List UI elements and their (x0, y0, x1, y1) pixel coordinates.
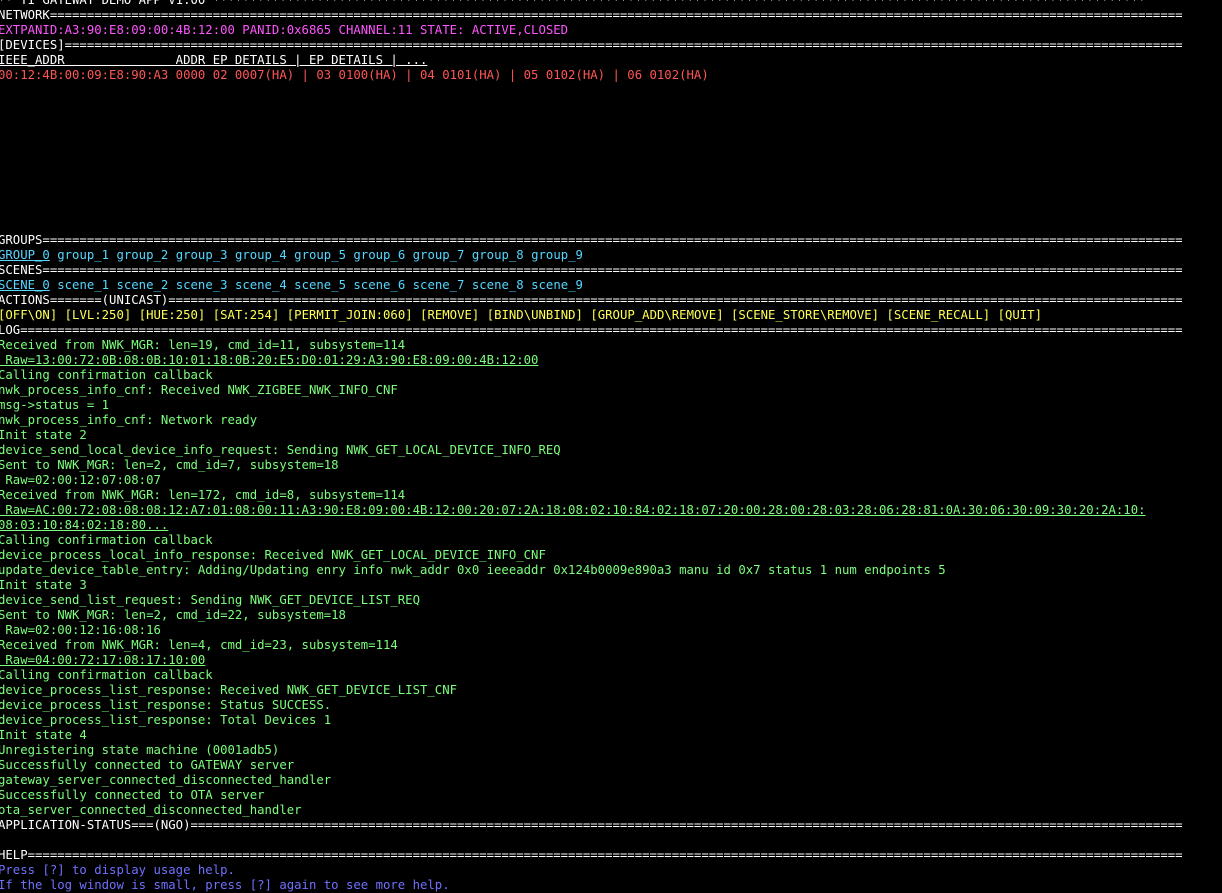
group-item[interactable]: group_9 (531, 248, 583, 262)
log-window[interactable]: Received from NWK_MGR: len=19, cmd_id=11… (0, 338, 1222, 818)
log-line: device_process_list_response: Total Devi… (0, 713, 332, 727)
log-line: Raw=AC:00:72:08:08:08:12:A7:01:08:00:11:… (0, 503, 1146, 517)
network-header: NETWORK=================================… (0, 8, 1183, 22)
log-line: Received from NWK_MGR: len=19, cmd_id=11… (0, 338, 406, 352)
log-line: update_device_table_entry: Adding/Updati… (0, 563, 946, 577)
group-item[interactable]: group_3 (176, 248, 228, 262)
action-permit-join-button[interactable]: [PERMIT_JOIN:060] (287, 308, 413, 322)
action-saturation-button[interactable]: [SAT:254] (213, 308, 280, 322)
log-line: Successfully connected to GATEWAY server (0, 758, 295, 772)
device-row[interactable]: 00:12:4B:00:09:E8:90:A3 0000 02 0007(HA)… (0, 68, 1222, 83)
action-remove-button[interactable]: [REMOVE] (420, 308, 479, 322)
group-item[interactable]: group_7 (413, 248, 465, 262)
log-line: Init state 2 (0, 428, 87, 442)
scenes-list: SCENE_0 scene_1 scene_2 scene_3 scene_4 … (0, 278, 1222, 293)
log-line: Raw=02:00:12:07:08:07 (0, 473, 161, 487)
action-group-add-remove-button[interactable]: [GROUP_ADD\REMOVE] (590, 308, 723, 322)
group-item[interactable]: group_4 (235, 248, 287, 262)
scenes-header: SCENES==================================… (0, 263, 1183, 277)
application-status-header: APPLICATION-STATUS===(NGO)==============… (0, 818, 1183, 832)
scene-item-selected[interactable]: SCENE_0 (0, 278, 50, 292)
scene-item[interactable]: scene_8 (472, 278, 524, 292)
action-off-on-button[interactable]: [OFF\ON] (0, 308, 57, 322)
group-item-selected[interactable]: GROUP_0 (0, 248, 50, 262)
help-line: Press [?] to display usage help. (0, 863, 235, 877)
groups-list: GROUP_0 group_1 group_2 group_3 group_4 … (0, 248, 1222, 263)
scene-item[interactable]: scene_4 (235, 278, 287, 292)
action-scene-recall-button[interactable]: [SCENE_RECALL] (887, 308, 991, 322)
help-line: If the log window is small, press [?] ag… (0, 878, 450, 892)
log-line: gateway_server_connected_disconnected_ha… (0, 773, 332, 787)
log-line: Received from NWK_MGR: len=4, cmd_id=23,… (0, 638, 398, 652)
action-hue-button[interactable]: [HUE:250] (139, 308, 206, 322)
scene-item[interactable]: scene_5 (294, 278, 346, 292)
log-line: device_process_local_info_response: Rece… (0, 548, 546, 562)
devices-header: [DEVICES]===============================… (0, 38, 1183, 52)
actions-header: ACTIONS=======(UNICAST)=================… (0, 293, 1183, 307)
log-line: Received from NWK_MGR: len=172, cmd_id=8… (0, 488, 406, 502)
log-line: Init state 3 (0, 578, 87, 592)
action-level-button[interactable]: [LVL:250] (65, 308, 132, 322)
log-line: Raw=13:00:72:0B:08:0B:10:01:18:0B:20:E5:… (0, 353, 539, 367)
app-title: ** TI GATEWAY DEMO APP V1.00 ***********… (0, 0, 1146, 7)
log-line: Raw=02:00:12:16:08:16 (0, 623, 161, 637)
log-line: Calling confirmation callback (0, 533, 213, 547)
log-line: msg->status = 1 (0, 398, 110, 412)
action-scene-store-remove-button[interactable]: [SCENE_STORE\REMOVE] (731, 308, 879, 322)
log-line: Sent to NWK_MGR: len=2, cmd_id=22, subsy… (0, 608, 346, 622)
group-item[interactable]: group_1 (57, 248, 109, 262)
log-line: Calling confirmation callback (0, 368, 213, 382)
scene-item[interactable]: scene_3 (176, 278, 228, 292)
terminal-window: ** TI GATEWAY DEMO APP V1.00 ***********… (0, 0, 1222, 893)
log-line: ota_server_connected_disconnected_handle… (0, 803, 302, 817)
log-header: LOG=====================================… (0, 323, 1183, 337)
log-line: nwk_process_info_cnf: Network ready (0, 413, 258, 427)
log-line: nwk_process_info_cnf: Received NWK_ZIGBE… (0, 383, 398, 397)
scene-item[interactable]: scene_1 (57, 278, 109, 292)
log-line: Init state 4 (0, 728, 87, 742)
actions-bar: [OFF\ON] [LVL:250] [HUE:250] [SAT:254] [… (0, 308, 1222, 323)
log-line: 08:03:10:84:02:18:80... (0, 518, 169, 532)
log-line: Unregistering state machine (0001adb5) (0, 743, 280, 757)
action-quit-button[interactable]: [QUIT] (998, 308, 1042, 322)
devices-column-headers: IEEE_ADDR ADDR EP DETAILS | EP DETAILS |… (0, 53, 428, 67)
group-item[interactable]: group_8 (472, 248, 524, 262)
log-line: Sent to NWK_MGR: len=2, cmd_id=7, subsys… (0, 458, 339, 472)
group-item[interactable]: group_2 (116, 248, 168, 262)
log-line: device_send_local_device_info_request: S… (0, 443, 561, 457)
log-line: device_process_list_response: Status SUC… (0, 698, 332, 712)
log-line: device_process_list_response: Received N… (0, 683, 458, 697)
log-line: Raw=04:00:72:17:08:17:10:00 (0, 653, 206, 667)
scene-item[interactable]: scene_7 (413, 278, 465, 292)
scene-item[interactable]: scene_9 (531, 278, 583, 292)
group-item[interactable]: group_6 (353, 248, 405, 262)
network-info: EXTPANID:A3:90:E8:09:00:4B:12:00 PANID:0… (0, 23, 569, 37)
scene-item[interactable]: scene_6 (353, 278, 405, 292)
help-header: HELP====================================… (0, 848, 1183, 862)
log-line: Calling confirmation callback (0, 668, 213, 682)
log-line: Successfully connected to OTA server (0, 788, 265, 802)
groups-header: GROUPS==================================… (0, 233, 1183, 247)
group-item[interactable]: group_5 (294, 248, 346, 262)
scene-item[interactable]: scene_2 (116, 278, 168, 292)
action-bind-unbind-button[interactable]: [BIND\UNBIND] (487, 308, 583, 322)
log-line: device_send_list_request: Sending NWK_GE… (0, 593, 420, 607)
